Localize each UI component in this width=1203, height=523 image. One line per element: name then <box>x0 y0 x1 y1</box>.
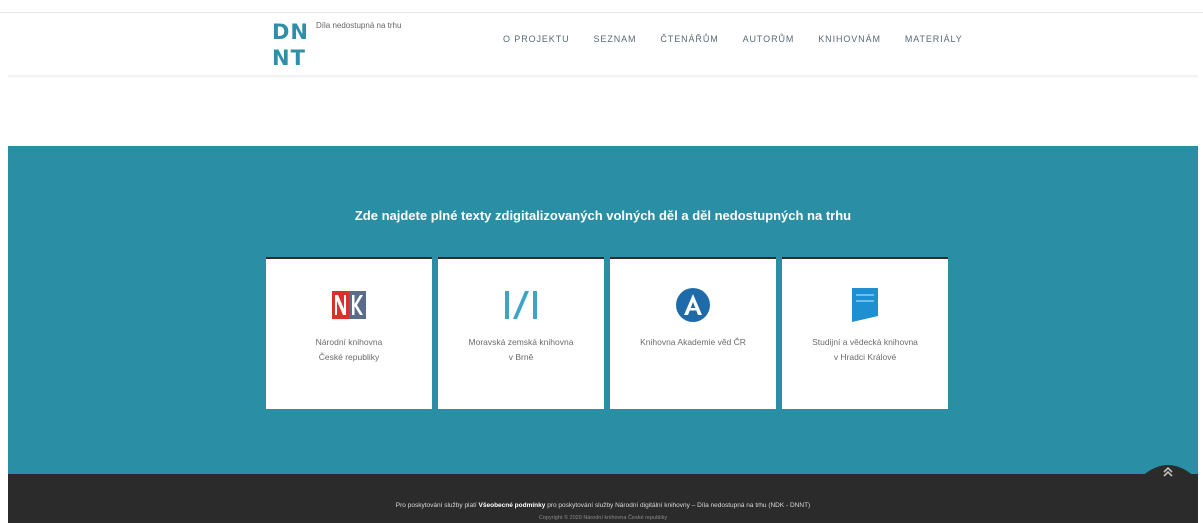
nav-materialy[interactable]: MATERIÁLY <box>905 33 963 45</box>
libraries-section: Zde najdete plné texty zdigitalizovaných… <box>8 146 1198 474</box>
nav-ctenarum[interactable]: ČTENÁŘŮM <box>660 33 718 45</box>
site-footer: Pro poskytování služby platí Všeobecné p… <box>8 474 1198 523</box>
library-card-svkhk[interactable]: Studijní a vědecká knihovna v Hradci Krá… <box>782 257 948 409</box>
footer-terms: Pro poskytování služby platí Všeobecné p… <box>395 502 811 509</box>
back-to-top-button[interactable] <box>1138 456 1198 480</box>
library-card-knav[interactable]: Knihovna Akademie věd ČR <box>610 257 776 409</box>
footer-copyright: Copyright © 2020 Národní knihovna České … <box>538 515 668 521</box>
library-card-mzk[interactable]: Moravská zemská knihovna v Brně <box>438 257 604 409</box>
library-card-label: Moravská zemská knihovna v Brně <box>468 337 574 362</box>
library-card-label: Knihovna Akademie věd ČR <box>640 337 746 347</box>
nk-logo-icon <box>266 287 432 323</box>
nav-autorum[interactable]: AUTORŮM <box>743 33 795 45</box>
library-card-nk[interactable]: Národní knihovna České republiky <box>266 257 432 409</box>
terms-link[interactable]: Všeobecné podmínky <box>479 502 546 509</box>
logo-tagline: Díla nedostupná na trhu <box>316 21 402 30</box>
logo-text-nt: NT <box>272 46 306 70</box>
library-card-label: Národní knihovna České republiky <box>315 337 383 362</box>
library-card-label: Studijní a vědecká knihovna v Hradci Krá… <box>812 337 918 362</box>
header-shadow <box>8 75 1198 78</box>
section-heading: Zde najdete plné texty zdigitalizovaných… <box>354 208 852 223</box>
page: DN NT Díla nedostupná na trhu O PROJEKTU… <box>0 0 1203 523</box>
logo-text-dn: DN <box>272 20 310 44</box>
main-nav: O PROJEKTU SEZNAM ČTENÁŘŮM AUTORŮM KNIHO… <box>503 33 987 45</box>
site-logo[interactable]: DN NT Díla nedostupná na trhu <box>272 20 432 72</box>
nav-knihovnam[interactable]: KNIHOVNÁM <box>818 33 881 45</box>
mzk-logo-icon <box>438 287 604 323</box>
library-cards: Národní knihovna České republiky Moravsk… <box>266 257 948 409</box>
svkhk-logo-icon <box>782 287 948 323</box>
knav-logo-icon <box>610 287 776 323</box>
nav-o-projektu[interactable]: O PROJEKTU <box>503 33 570 45</box>
nav-seznam[interactable]: SEZNAM <box>594 33 637 45</box>
